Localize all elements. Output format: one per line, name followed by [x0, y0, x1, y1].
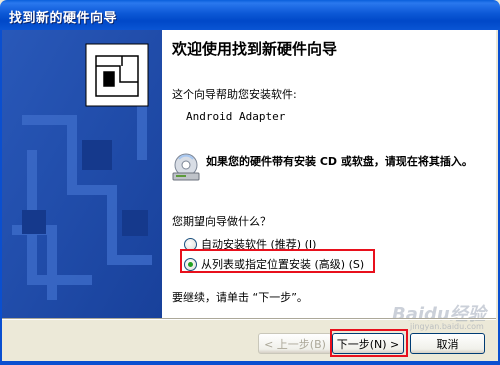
watermark-url: jingyan.baidu.com — [410, 322, 484, 331]
back-button[interactable]: < 上一步(B) — [258, 333, 332, 354]
cd-instruction-text: 如果您的硬件带有安装 CD 或软盘，请现在将其插入。 — [206, 155, 473, 168]
wizard-art-panel — [2, 30, 162, 318]
option-highlight-box — [180, 249, 375, 273]
intro-text: 这个向导帮助您安装软件: — [172, 88, 297, 101]
button-separator — [2, 318, 496, 320]
question-text: 您期望向导做什么？ — [172, 215, 271, 228]
device-name: Android Adapter — [186, 110, 286, 123]
continue-text: 要继续，请单击 “下一步”。 — [172, 291, 308, 304]
wizard-content — [162, 30, 496, 318]
cancel-button[interactable]: 取消 — [410, 333, 485, 354]
cd-drive-icon — [172, 153, 200, 181]
window-title: 找到新的硬件向导 — [9, 11, 118, 26]
next-highlight-box — [330, 329, 408, 357]
page-title: 欢迎使用找到新硬件向导 — [172, 40, 338, 58]
hardware-art-icon — [2, 30, 162, 318]
title-bar[interactable]: 找到新的硬件向导 — [0, 0, 500, 30]
